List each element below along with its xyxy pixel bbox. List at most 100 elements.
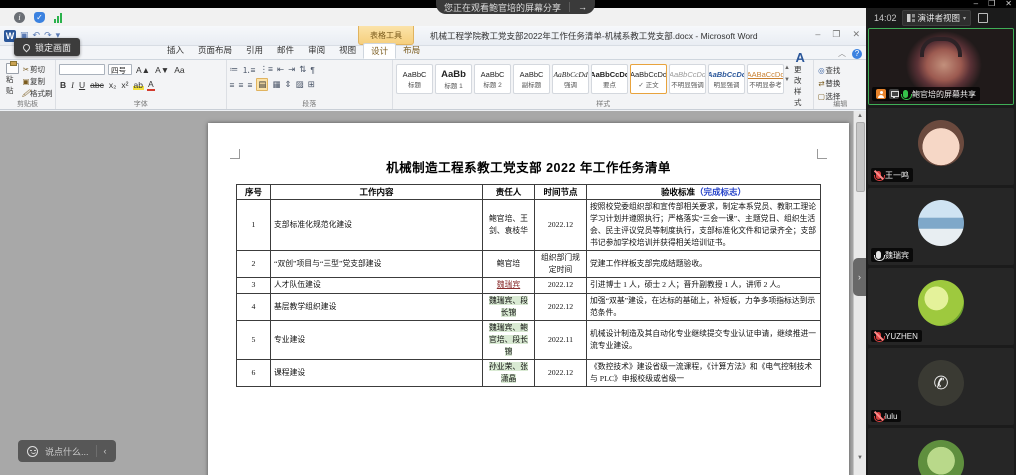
ribbon-tab-引用[interactable]: 引用 — [239, 43, 270, 59]
text-highlight-icon[interactable]: ab — [133, 80, 144, 90]
increase-indent-icon[interactable]: ⇥ — [288, 64, 295, 75]
video-tile-王一鸣[interactable]: 王一鸣 — [868, 108, 1014, 185]
chat-collapse-icon[interactable]: ‹ — [104, 446, 107, 456]
chat-input-pill[interactable]: 说点什么... ‹ — [18, 440, 116, 462]
video-tiles: 鲍官培的屏幕共享王一鸣魏瑞宾YUZHEN lulu — [868, 28, 1014, 475]
scroll-down-icon[interactable]: ▼ — [857, 455, 863, 461]
scroll-up-icon[interactable]: ▲ — [857, 113, 863, 119]
font-color-icon[interactable]: A — [147, 79, 155, 91]
pin-screen-tooltip[interactable]: 锁定画面 — [14, 38, 80, 56]
borders-icon[interactable]: ⊞ — [308, 79, 315, 90]
shading-icon[interactable]: ▨ — [296, 79, 304, 90]
style-标题 1[interactable]: AaBb标题 1 — [435, 64, 472, 94]
avatar — [918, 440, 964, 475]
justify-icon[interactable]: ▤ — [256, 78, 268, 91]
table-cell: 党建工作样板支部完成结题验收。 — [587, 251, 821, 278]
italic-icon[interactable]: I — [70, 80, 75, 90]
pilcrow-icon[interactable]: ¶ — [310, 65, 315, 75]
change-styles-button[interactable]: A 更改样式 — [790, 62, 810, 97]
cut-button[interactable]: ✂剪切 — [22, 64, 53, 75]
ribbon-tab-插入[interactable]: 插入 — [160, 43, 191, 59]
table-cell: 人才队伍建设 — [271, 278, 483, 293]
table-cell: 鲍官培、王剑、袁枝华 — [483, 200, 535, 251]
scrollbar-thumb[interactable] — [856, 122, 865, 192]
align-left-icon[interactable]: ≡ — [230, 80, 235, 90]
document-page[interactable]: 机械制造工程系教工党支部 2022 年工作任务清单 序号工作内容责任人时间节点验… — [208, 123, 849, 475]
superscript-icon[interactable]: x² — [120, 80, 129, 90]
presenter-icon — [876, 89, 886, 99]
word-close-button[interactable]: ✕ — [852, 29, 860, 40]
align-center-icon[interactable]: ≡ — [238, 80, 243, 90]
network-signal-icon — [54, 13, 62, 23]
multilevel-list-icon[interactable]: ⋮≡ — [259, 64, 272, 75]
font-name-combobox[interactable] — [59, 64, 105, 75]
table-cell: 魏瑞宾、鲍官培、段长锦 — [483, 320, 535, 359]
shield-icon[interactable]: ✓ — [34, 12, 45, 23]
change-case-icon[interactable]: Aa — [173, 65, 185, 75]
style-正文[interactable]: AaBbCcDd✓ 正文 — [630, 64, 667, 94]
styles-group: AaBbC标题AaBb标题 1AaBbC标题 2AaBbC副标题AaBbCcDd… — [393, 60, 814, 109]
subscript-icon[interactable]: x₂ — [108, 80, 118, 90]
sidebar-collapse-handle[interactable]: › — [853, 258, 866, 296]
style-要点[interactable]: AaBbCcDc要点 — [591, 64, 628, 94]
copy-button[interactable]: ▣复制 — [22, 76, 53, 87]
strikethrough-icon[interactable]: abc — [89, 80, 105, 90]
collapse-ribbon-icon[interactable]: ︿ — [838, 48, 846, 59]
sort-icon[interactable]: ⇅ — [299, 64, 306, 75]
decrease-indent-icon[interactable]: ⇤ — [277, 64, 284, 75]
style-标题 2[interactable]: AaBbC标题 2 — [474, 64, 511, 94]
meeting-minimize-button[interactable]: – — [974, 0, 978, 8]
style-不明显强调[interactable]: AaBbCcDd不明显强调 — [669, 64, 706, 94]
video-tile-魏瑞宾[interactable]: 魏瑞宾 — [868, 188, 1014, 265]
bold-icon[interactable]: B — [59, 80, 67, 90]
style-明显强调[interactable]: AaBbCcDc明显强调 — [708, 64, 745, 94]
numbering-icon[interactable]: ⒈≡ — [242, 64, 255, 76]
participant-label: lulu — [871, 410, 901, 422]
bullets-icon[interactable]: ≔ — [230, 64, 239, 75]
word-restore-button[interactable]: ❐ — [832, 29, 840, 40]
replace-button[interactable]: ⇄替换 — [817, 78, 863, 89]
table-cell: 课程建设 — [271, 359, 483, 386]
shrink-font-icon[interactable]: A▼ — [154, 65, 170, 75]
video-tile-lulu[interactable]: lulu — [868, 348, 1014, 425]
style-副标题[interactable]: AaBbC副标题 — [513, 64, 550, 94]
fullscreen-icon[interactable] — [978, 13, 988, 23]
align-right-icon[interactable]: ≡ — [247, 80, 252, 90]
ribbon-tab-页面布局[interactable]: 页面布局 — [191, 43, 239, 59]
avatar — [918, 120, 964, 166]
grow-font-icon[interactable]: A▲ — [135, 65, 151, 75]
table-row: 4基层教学组织建设魏瑞宾、段长锦2022.12加强“双基”建设，在达标的基础上，… — [237, 293, 821, 320]
emoji-icon[interactable] — [27, 446, 38, 457]
speaker-view-button[interactable]: 演讲者视图 ▾ — [902, 10, 972, 26]
paste-button[interactable]: 粘贴 — [3, 62, 22, 97]
font-size-combobox[interactable]: 四号 — [108, 64, 132, 75]
help-icon[interactable]: ? — [852, 49, 862, 59]
ribbon-tab-布局[interactable]: 布局 — [396, 43, 427, 59]
style-不明显参考[interactable]: AABaCcDo不明显参考 — [747, 64, 784, 94]
underline-icon[interactable]: U — [78, 80, 86, 90]
meeting-close-button[interactable]: ✕ — [1005, 0, 1012, 8]
table-cell: 《数控技术》建设省级一流课程，《计算方法》和《电气控制技术与 PLC》申报校级或… — [587, 359, 821, 386]
line-spacing-icon[interactable]: ⇕ — [284, 79, 291, 90]
editing-group: ◎查找 ⇄替换 ▢选择 编辑 — [814, 60, 866, 109]
video-tile-鲍官培的屏幕共享[interactable]: 鲍官培的屏幕共享 — [868, 28, 1014, 105]
banner-collapse-icon[interactable]: → — [569, 2, 587, 12]
ribbon-tab-审阅[interactable]: 审阅 — [301, 43, 332, 59]
find-button[interactable]: ◎查找 — [817, 65, 863, 76]
ribbon-tab-设计[interactable]: 设计 — [363, 43, 396, 59]
style-强调[interactable]: AaBbCcDd强调 — [552, 64, 589, 94]
info-icon[interactable]: i — [14, 12, 25, 23]
distribute-icon[interactable]: ▦ — [272, 79, 280, 90]
ribbon-tab-邮件[interactable]: 邮件 — [270, 43, 301, 59]
word-minimize-button[interactable]: – — [815, 29, 820, 40]
video-tile-YUZHEN[interactable]: YUZHEN — [868, 268, 1014, 345]
participant-name: 鲍官培的屏幕共享 — [912, 89, 976, 100]
video-tile[interactable] — [868, 428, 1014, 475]
ribbon-tab-视图[interactable]: 视图 — [332, 43, 363, 59]
style-标题[interactable]: AaBbC标题 — [396, 64, 433, 94]
meeting-maximize-button[interactable]: ❐ — [988, 0, 995, 8]
chat-placeholder[interactable]: 说点什么... — [45, 445, 89, 458]
table-cell: 6 — [237, 359, 271, 386]
table-cell: 基层教学组织建设 — [271, 293, 483, 320]
font-group: 四号 A▲ A▼ Aa B I U abc x₂ x² ab A — [56, 60, 227, 109]
